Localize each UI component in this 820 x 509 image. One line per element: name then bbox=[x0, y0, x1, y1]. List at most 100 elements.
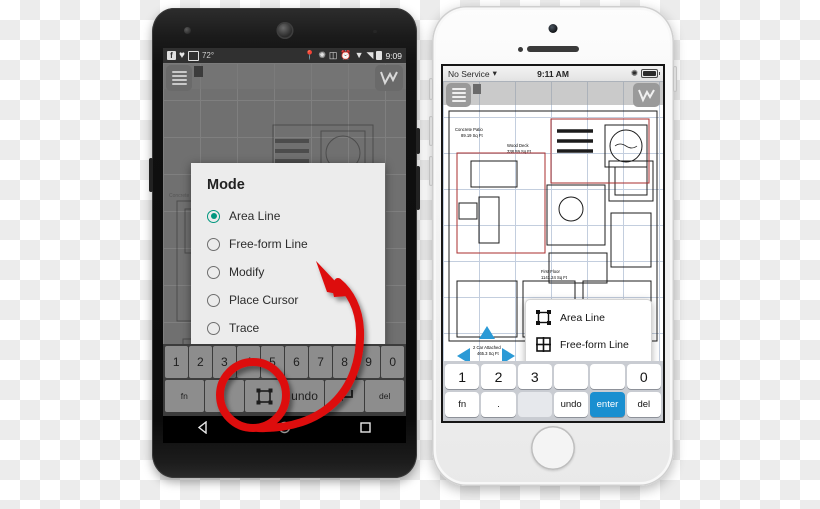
dialog-title: Mode bbox=[207, 177, 245, 193]
pen-icon[interactable] bbox=[375, 65, 403, 91]
android-app-canvas[interactable]: Concrete Patio Wood Deck Mode bbox=[163, 63, 406, 443]
android-status-bar: f ♥ 72° 📍 ✺ ◫ ⏰ ▼ ◥ 9:09 bbox=[163, 48, 406, 63]
ios-app-canvas[interactable]: Concrete Patio 89.19 Sq Ft Wood Deck 338.5… bbox=[443, 81, 663, 421]
silent-switch[interactable] bbox=[429, 78, 433, 100]
radio-button-selected[interactable] bbox=[207, 209, 220, 223]
battery-icon bbox=[641, 69, 660, 78]
key-0[interactable]: 0 bbox=[626, 364, 661, 389]
radio-label: Trace bbox=[229, 321, 260, 335]
iphone-screen: No Service ▾ 9:11 AM ✺ Concrete Patio 89… bbox=[443, 66, 663, 421]
radio-button[interactable] bbox=[207, 265, 220, 279]
ios-keyboard[interactable]: 1 2 3 0 fn . undo enter del bbox=[443, 361, 663, 421]
radio-option-trace[interactable]: Trace bbox=[191, 314, 385, 342]
radio-button[interactable] bbox=[207, 321, 220, 335]
key-undo[interactable]: undo bbox=[285, 380, 324, 412]
key-del[interactable]: del bbox=[365, 380, 404, 412]
alarm-icon: ⏰ bbox=[340, 50, 352, 60]
battery-icon bbox=[376, 51, 383, 60]
dpad-up-arrow-icon[interactable] bbox=[479, 326, 495, 339]
key-1[interactable]: 1 bbox=[165, 346, 188, 378]
pen-icon[interactable] bbox=[633, 83, 660, 107]
volume-down-button[interactable] bbox=[429, 156, 433, 186]
grid-icon bbox=[535, 337, 551, 353]
key-2[interactable]: 2 bbox=[481, 364, 516, 389]
radio-option-area-line[interactable]: Area Line bbox=[191, 202, 385, 230]
vibrate-icon: ◫ bbox=[328, 50, 338, 60]
home-icon[interactable] bbox=[278, 421, 291, 439]
key-hidden-a[interactable] bbox=[553, 364, 589, 389]
radio-option-modify[interactable]: Modify bbox=[191, 258, 385, 286]
svg-text:First Floor: First Floor bbox=[541, 269, 560, 274]
menu-item-label: Free-form Line bbox=[560, 338, 629, 351]
hamburger-icon[interactable] bbox=[446, 83, 471, 107]
key-enter[interactable]: enter bbox=[590, 392, 625, 417]
key-2[interactable]: 2 bbox=[189, 346, 212, 378]
key-9[interactable]: 9 bbox=[357, 346, 380, 378]
key-period[interactable]: . bbox=[481, 392, 516, 417]
signal-icon: ◥ bbox=[366, 50, 374, 60]
power-button[interactable] bbox=[673, 66, 677, 92]
status-left-icons: f ♥ 72° bbox=[167, 50, 215, 61]
home-button[interactable] bbox=[531, 426, 575, 470]
svg-text:1141.24 Sq Ft: 1141.24 Sq Ft bbox=[541, 275, 568, 280]
bluetooth-icon: ✺ bbox=[318, 50, 326, 60]
key-7[interactable]: 7 bbox=[309, 346, 332, 378]
android-keyboard[interactable]: 1 2 3 4 5 6 7 8 9 0 fn . undo del bbox=[163, 344, 406, 416]
document-icon[interactable] bbox=[473, 84, 481, 94]
radio-option-free-form-line[interactable]: Free-form Line bbox=[191, 230, 385, 258]
iphone-device: No Service ▾ 9:11 AM ✺ Concrete Patio 89… bbox=[429, 6, 677, 486]
front-camera-icon bbox=[548, 24, 558, 33]
status-right-icons: ✺ bbox=[631, 68, 660, 79]
mode-dialog[interactable]: Mode Area Line Free-form Line Modify Pla… bbox=[191, 163, 385, 354]
key-fn[interactable]: fn bbox=[165, 380, 204, 412]
facebook-icon: f bbox=[167, 51, 176, 60]
key-del[interactable]: del bbox=[626, 392, 661, 417]
key-8[interactable]: 8 bbox=[333, 346, 356, 378]
power-button[interactable] bbox=[416, 128, 420, 154]
key-fn[interactable]: fn bbox=[445, 392, 480, 417]
key-enter-icon[interactable] bbox=[325, 380, 364, 412]
key-hidden-b[interactable] bbox=[590, 364, 625, 389]
key-6[interactable]: 6 bbox=[285, 346, 308, 378]
key-3[interactable]: 3 bbox=[517, 364, 552, 389]
back-icon[interactable] bbox=[197, 420, 210, 439]
recents-icon[interactable] bbox=[359, 421, 372, 439]
android-clock: 9:09 bbox=[385, 50, 402, 61]
earpiece-speaker bbox=[276, 22, 293, 39]
area-line-icon bbox=[535, 310, 551, 326]
key-undo[interactable]: undo bbox=[553, 392, 589, 417]
key-3[interactable]: 3 bbox=[213, 346, 236, 378]
keyboard-number-row: 1 2 3 4 5 6 7 8 9 0 bbox=[165, 346, 404, 378]
radio-button[interactable] bbox=[207, 237, 220, 251]
android-nav-bar[interactable] bbox=[163, 416, 406, 443]
key-blank[interactable] bbox=[517, 392, 552, 417]
ios-status-bar: No Service ▾ 9:11 AM ✺ bbox=[443, 66, 663, 81]
key-area-line-icon[interactable] bbox=[245, 380, 284, 412]
radio-label: Free-form Line bbox=[229, 237, 308, 251]
proximity-sensor bbox=[373, 30, 377, 33]
radio-option-place-cursor[interactable]: Place Cursor bbox=[191, 286, 385, 314]
keyboard-bottom-row: fn . undo enter del bbox=[445, 392, 661, 417]
svg-text:Wood Deck: Wood Deck bbox=[507, 143, 529, 148]
volume-rocker[interactable] bbox=[416, 166, 420, 210]
key-4[interactable]: 4 bbox=[237, 346, 260, 378]
volume-button[interactable] bbox=[149, 158, 153, 192]
status-right-icons: 📍 ✺ ◫ ⏰ ▼ ◥ 9:09 bbox=[304, 51, 402, 61]
wifi-icon: ▼ bbox=[354, 50, 364, 60]
radio-button[interactable] bbox=[207, 293, 220, 307]
key-0[interactable]: 0 bbox=[381, 346, 404, 378]
key-period[interactable]: . bbox=[205, 380, 244, 412]
temperature-label: 72° bbox=[201, 51, 215, 60]
menu-item-area-line[interactable]: Area Line bbox=[526, 304, 651, 331]
menu-item-label: Area Line bbox=[560, 311, 605, 324]
android-phone-device: f ♥ 72° 📍 ✺ ◫ ⏰ ▼ ◥ 9:09 Concrete Patio … bbox=[149, 8, 420, 478]
svg-text:89.19 Sq Ft: 89.19 Sq Ft bbox=[461, 133, 483, 138]
key-1[interactable]: 1 bbox=[445, 364, 480, 389]
svg-text:Concrete Patio: Concrete Patio bbox=[455, 127, 483, 132]
key-5[interactable]: 5 bbox=[261, 346, 284, 378]
volume-up-button[interactable] bbox=[429, 116, 433, 146]
document-icon[interactable] bbox=[194, 66, 203, 77]
keyboard-number-row: 1 2 3 0 bbox=[445, 364, 661, 389]
hamburger-icon[interactable] bbox=[166, 65, 192, 91]
menu-item-free-form-line[interactable]: Free-form Line bbox=[526, 331, 651, 358]
